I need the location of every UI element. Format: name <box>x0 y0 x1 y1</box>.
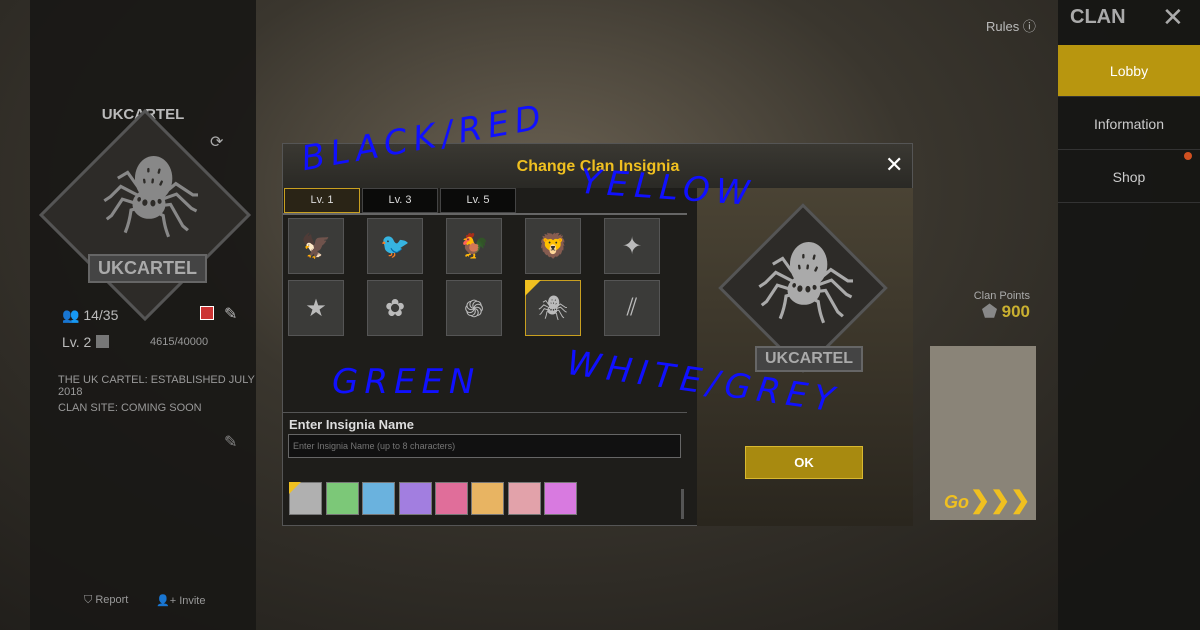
insignia-star[interactable]: ★ <box>288 280 344 336</box>
color-swatch-pink[interactable] <box>435 482 468 515</box>
report-label: Report <box>95 594 129 606</box>
clan-level: Lv. 2 <box>62 334 92 350</box>
dialog-title: Change Clan Insignia <box>516 158 680 175</box>
rules-label: Rules <box>986 19 1020 34</box>
insignia-name-input[interactable] <box>288 434 681 458</box>
clan-sidebar: CLAN ✕ Lobby Information Shop <box>1058 0 1200 630</box>
ok-button[interactable]: OK <box>745 446 863 479</box>
shield-icon: ⛉ <box>84 594 93 606</box>
clan-points-label: Clan Points <box>973 290 1030 302</box>
notification-dot <box>1184 152 1192 160</box>
level-badge-icon <box>96 335 109 348</box>
change-insignia-dialog: Change Clan Insignia ✕ Lv. 1 Lv. 3 Lv. 5… <box>282 143 913 526</box>
insignia-flower[interactable]: ✿ <box>367 280 423 336</box>
color-swatch-green[interactable] <box>326 482 359 515</box>
color-selected-check-icon <box>289 482 301 494</box>
insignia-swirl[interactable]: ֍ <box>446 280 502 336</box>
color-swatch-orange[interactable] <box>471 482 504 515</box>
selected-check-icon <box>525 280 541 296</box>
add-user-icon: 👤+ <box>156 595 177 607</box>
clan-site: CLAN SITE: COMING SOON <box>58 402 202 414</box>
color-swatch-blue[interactable] <box>362 482 395 515</box>
edit-description-icon[interactable]: ✎ <box>224 432 237 452</box>
preview-name: UKCARTEL <box>755 346 863 372</box>
insignia-bird[interactable]: 🐦 <box>367 218 423 274</box>
clan-description: THE UK CARTEL: ESTABLISHED JULY 2018 <box>58 374 255 398</box>
clan-exp: 4615/40000 <box>150 336 209 348</box>
insignia-star-wing[interactable]: ✦ <box>604 218 660 274</box>
color-swatch-violet[interactable] <box>544 482 577 515</box>
rules-link[interactable]: Rules ⓘ <box>986 16 1036 35</box>
sidebar-item-lobby[interactable]: Lobby <box>1058 45 1200 97</box>
sidebar-item-shop[interactable]: Shop <box>1058 151 1200 203</box>
report-button[interactable]: ⛉ Report <box>84 594 128 607</box>
tab-lv1[interactable]: Lv. 1 <box>284 188 360 213</box>
preview-spider-icon: 🕷 <box>755 238 857 327</box>
insignia-eagle[interactable]: 🦅 <box>288 218 344 274</box>
invite-button[interactable]: 👤+ Invite <box>156 594 205 607</box>
clan-points-value: 900 <box>1001 302 1030 321</box>
tab-lv3[interactable]: Lv. 3 <box>362 188 438 213</box>
emblem-name: UKCARTEL <box>88 254 207 283</box>
members-icon: 👥 <box>62 307 80 323</box>
go-banner[interactable]: Go ❯❯❯ <box>930 346 1036 520</box>
spider-icon: 🕷 <box>100 152 202 241</box>
sidebar-title: CLAN <box>1070 6 1126 28</box>
edit-icon[interactable]: ✎ <box>224 304 237 324</box>
clan-info-panel: UKCARTEL ⟳ 🕷 UKCARTEL 👥 14/35 ✎ Lv. 2 46… <box>30 0 256 630</box>
insignia-rooster[interactable]: 🐓 <box>446 218 502 274</box>
color-swatch-light-pink[interactable] <box>508 482 541 515</box>
chevrons-icon: ❯❯❯ <box>970 487 1031 514</box>
clan-points: Clan Points ⬟ 900 <box>920 290 1030 322</box>
invite-label: Invite <box>179 595 206 607</box>
question-icon: ⓘ <box>1022 19 1036 34</box>
insignia-claws[interactable]: ⫽ <box>604 280 660 336</box>
member-count: 14/35 <box>83 307 119 323</box>
refresh-icon[interactable]: ⟳ <box>210 132 223 152</box>
sidebar-item-information[interactable]: Information <box>1058 98 1200 150</box>
go-label: Go <box>944 492 969 512</box>
close-dialog-icon[interactable]: ✕ <box>885 152 903 178</box>
tab-lv5[interactable]: Lv. 5 <box>440 188 516 213</box>
insignia-name-label: Enter Insignia Name <box>289 417 414 432</box>
color-swatch-purple[interactable] <box>399 482 432 515</box>
insignia-preview: 🕷 UKCARTEL OK <box>697 188 913 526</box>
insignia-lion[interactable]: 🦁 <box>525 218 581 274</box>
clan-coin-icon: ⬟ <box>982 302 997 321</box>
close-icon[interactable]: ✕ <box>1162 2 1184 33</box>
uk-flag-icon <box>200 306 214 320</box>
scrollbar[interactable] <box>681 489 684 519</box>
